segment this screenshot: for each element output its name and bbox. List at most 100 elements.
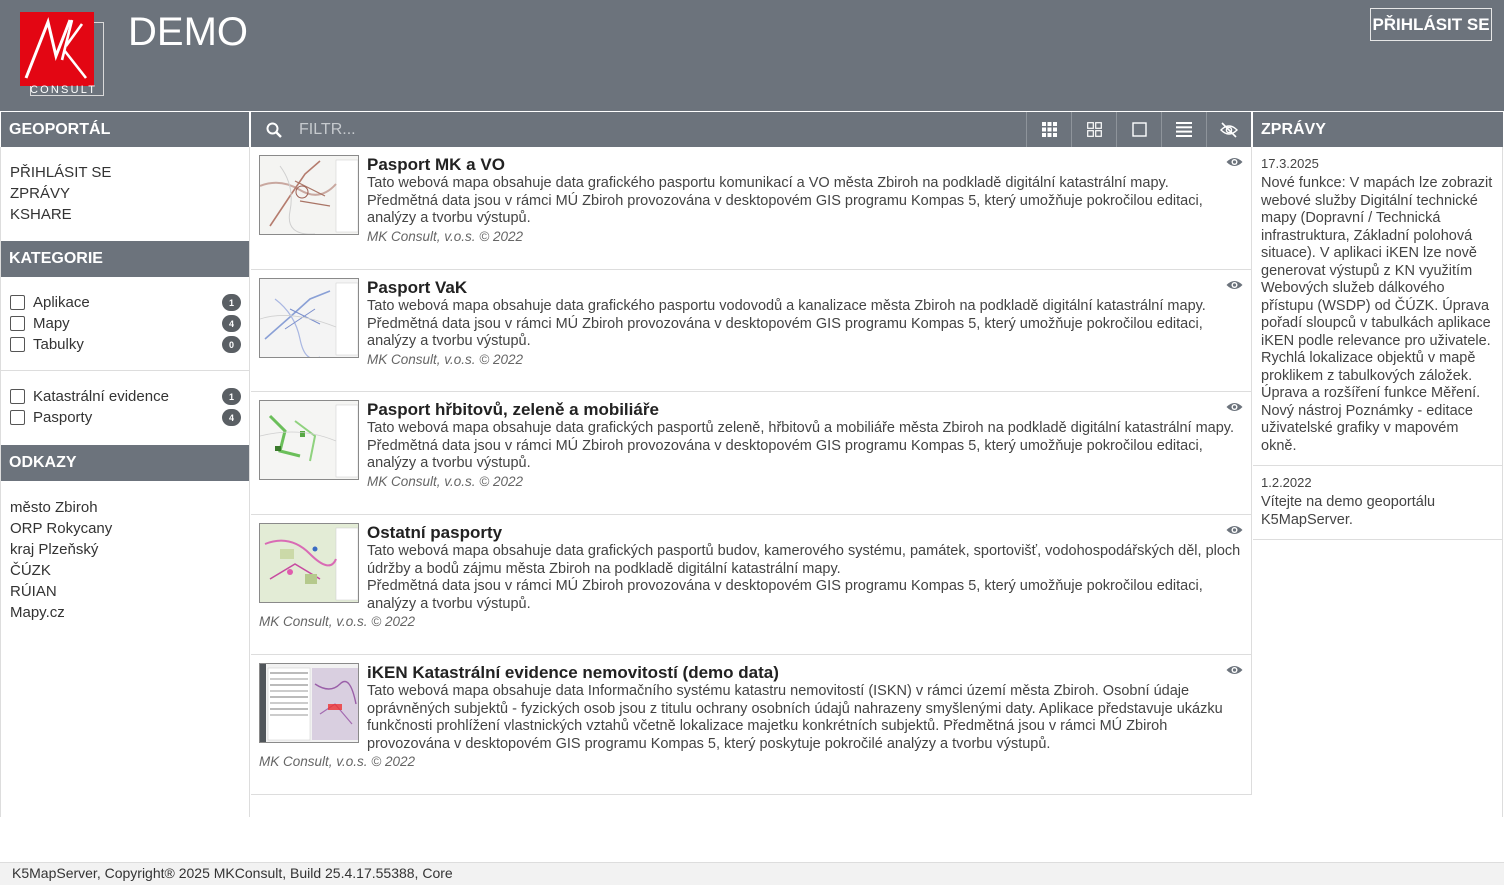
category-item-mapy[interactable]: Mapy 4	[1, 313, 249, 334]
mk-consult-logo[interactable]: CONSULT	[20, 12, 106, 98]
checkbox[interactable]	[10, 316, 25, 331]
external-link-zbiroh[interactable]: město Zbiroh	[1, 497, 249, 518]
view-list-button[interactable]	[1161, 112, 1206, 147]
map-card[interactable]: iKEN Katastrální evidence nemovitostí (d…	[251, 655, 1251, 795]
sidebar-link-news[interactable]: ZPRÁVY	[1, 183, 249, 204]
site-title: DEMO	[128, 10, 248, 54]
map-list: Pasport MK a VO Tato webová mapa obsahuj…	[251, 147, 1252, 795]
category-label: Mapy	[33, 315, 70, 332]
map-description: Tato webová mapa obsahuje data grafickýc…	[367, 420, 1235, 436]
news-text: Nové funkce: V mapách lze zobrazit webov…	[1261, 175, 1493, 454]
category-item-pasporty[interactable]: Pasporty 4	[1, 407, 249, 428]
category-label: Aplikace	[33, 294, 90, 311]
view-mode-group	[1026, 112, 1251, 147]
map-thumbnail[interactable]	[259, 155, 359, 235]
category-item-aplikace[interactable]: Aplikace 1	[1, 292, 249, 313]
search-icon	[259, 122, 289, 138]
count-badge: 4	[222, 409, 241, 426]
count-badge: 1	[222, 388, 241, 405]
news-date: 17.3.2025	[1261, 156, 1319, 171]
checkbox[interactable]	[10, 295, 25, 310]
map-author: MK Consult, v.o.s. © 2022	[367, 228, 524, 244]
map-description: Předmětná data jsou v rámci MÚ Zbiroh pr…	[367, 578, 1203, 612]
count-badge: 0	[222, 336, 241, 353]
view-single-button[interactable]	[1116, 112, 1161, 147]
news-panel: 17.3.2025 Nové funkce: V mapách lze zobr…	[1253, 147, 1503, 817]
category-label: Katastrální evidence	[33, 388, 169, 405]
map-thumbnail[interactable]	[259, 400, 359, 480]
view-grid-large-button[interactable]	[1071, 112, 1116, 147]
checkbox[interactable]	[10, 337, 25, 352]
eye-icon[interactable]	[1226, 664, 1243, 676]
map-title[interactable]: iKEN Katastrální evidence nemovitostí (d…	[259, 663, 1243, 683]
external-link-rokycany[interactable]: ORP Rokycany	[1, 518, 249, 539]
news-title: ZPRÁVY	[1253, 112, 1503, 147]
filter-toolbar	[251, 112, 1251, 147]
category-item-katastralni-evidence[interactable]: Katastrální evidence 1	[1, 386, 249, 407]
category-group-theme: Katastrální evidence 1 Pasporty 4	[1, 371, 249, 445]
map-thumbnail[interactable]	[259, 278, 359, 358]
eye-icon[interactable]	[1226, 524, 1243, 536]
external-link-ruian[interactable]: RÚIAN	[1, 581, 249, 602]
map-author: MK Consult, v.o.s. © 2022	[259, 614, 416, 629]
filter-input[interactable]	[289, 112, 1026, 147]
map-card[interactable]: Ostatní pasporty Tato webová mapa obsahu…	[251, 515, 1251, 655]
map-description: Předmětná data jsou v rámci MÚ Zbiroh pr…	[367, 437, 1203, 472]
eye-icon[interactable]	[1226, 401, 1243, 413]
external-links: město Zbiroh ORP Rokycany kraj Plzeňský …	[1, 481, 249, 623]
square-icon	[1131, 122, 1147, 137]
map-description: Tato webová mapa obsahuje data grafickýc…	[367, 543, 1241, 577]
map-description: Tato webová mapa obsahuje data Informačn…	[367, 683, 1223, 752]
map-thumbnail[interactable]	[259, 663, 359, 743]
map-author: MK Consult, v.o.s. © 2022	[367, 473, 524, 489]
map-title[interactable]: Ostatní pasporty	[259, 523, 1243, 543]
map-description: Předmětná data jsou v rámci MÚ Zbiroh pr…	[367, 192, 1203, 227]
eye-icon[interactable]	[1226, 279, 1243, 291]
category-item-tabulky[interactable]: Tabulky 0	[1, 334, 249, 355]
map-author: MK Consult, v.o.s. © 2022	[259, 754, 416, 769]
toggle-visibility-button[interactable]	[1206, 112, 1251, 147]
grid-large-icon	[1086, 122, 1102, 137]
geoportal-links: PŘIHLÁSIT SE ZPRÁVY KSHARE	[1, 147, 249, 241]
grid-small-icon	[1041, 122, 1057, 137]
map-author: MK Consult, v.o.s. © 2022	[367, 351, 524, 367]
external-link-cuzk[interactable]: ČÚZK	[1, 560, 249, 581]
checkbox[interactable]	[10, 410, 25, 425]
external-link-plzensky[interactable]: kraj Plzeňský	[1, 539, 249, 560]
view-grid-small-button[interactable]	[1026, 112, 1071, 147]
category-label: Tabulky	[33, 336, 84, 353]
logo-red-square	[20, 12, 94, 86]
map-description: Tato webová mapa obsahuje data grafickéh…	[367, 298, 1206, 314]
category-group-type: Aplikace 1 Mapy 4 Tabulky 0	[1, 277, 249, 370]
login-button[interactable]: PŘIHLÁSIT SE	[1370, 8, 1492, 41]
news-text: Vítejte na demo geoportálu K5MapServer.	[1261, 494, 1436, 528]
external-link-mapycz[interactable]: Mapy.cz	[1, 602, 249, 623]
footer: K5MapServer, Copyright® 2025 MKConsult, …	[0, 862, 1504, 885]
eye-icon[interactable]	[1226, 156, 1243, 168]
logo-text: CONSULT	[30, 84, 98, 96]
sidebar-link-login[interactable]: PŘIHLÁSIT SE	[1, 162, 249, 183]
map-card[interactable]: Pasport hřbitovů, zeleně a mobiliáře Tat…	[251, 392, 1251, 515]
map-description: Tato webová mapa obsahuje data grafickéh…	[367, 175, 1169, 191]
checkbox[interactable]	[10, 389, 25, 404]
eye-slash-icon	[1220, 121, 1238, 138]
count-badge: 1	[222, 294, 241, 311]
geoportal-title: GEOPORTÁL	[1, 112, 249, 147]
map-title[interactable]: Pasport MK a VO	[259, 155, 1243, 175]
sidebar-link-kshare[interactable]: KSHARE	[1, 204, 249, 225]
map-description: Předmětná data jsou v rámci MÚ Zbiroh pr…	[367, 315, 1203, 350]
count-badge: 4	[222, 315, 241, 332]
links-title: ODKAZY	[1, 445, 249, 481]
map-title[interactable]: Pasport VaK	[259, 278, 1243, 298]
left-sidebar: PŘIHLÁSIT SE ZPRÁVY KSHARE KATEGORIE Apl…	[0, 147, 250, 817]
news-item: 1.2.2022 Vítejte na demo geoportálu K5Ma…	[1253, 466, 1502, 540]
map-title[interactable]: Pasport hřbitovů, zeleně a mobiliáře	[259, 400, 1243, 420]
category-label: Pasporty	[33, 409, 93, 426]
map-card[interactable]: Pasport MK a VO Tato webová mapa obsahuj…	[251, 147, 1251, 270]
news-date: 1.2.2022	[1261, 475, 1312, 490]
header: CONSULT DEMO PŘIHLÁSIT SE	[0, 0, 1504, 111]
news-item: 17.3.2025 Nové funkce: V mapách lze zobr…	[1253, 147, 1502, 466]
map-card[interactable]: Pasport VaK Tato webová mapa obsahuje da…	[251, 270, 1251, 392]
categories-title: KATEGORIE	[1, 241, 249, 277]
map-thumbnail[interactable]	[259, 523, 359, 603]
